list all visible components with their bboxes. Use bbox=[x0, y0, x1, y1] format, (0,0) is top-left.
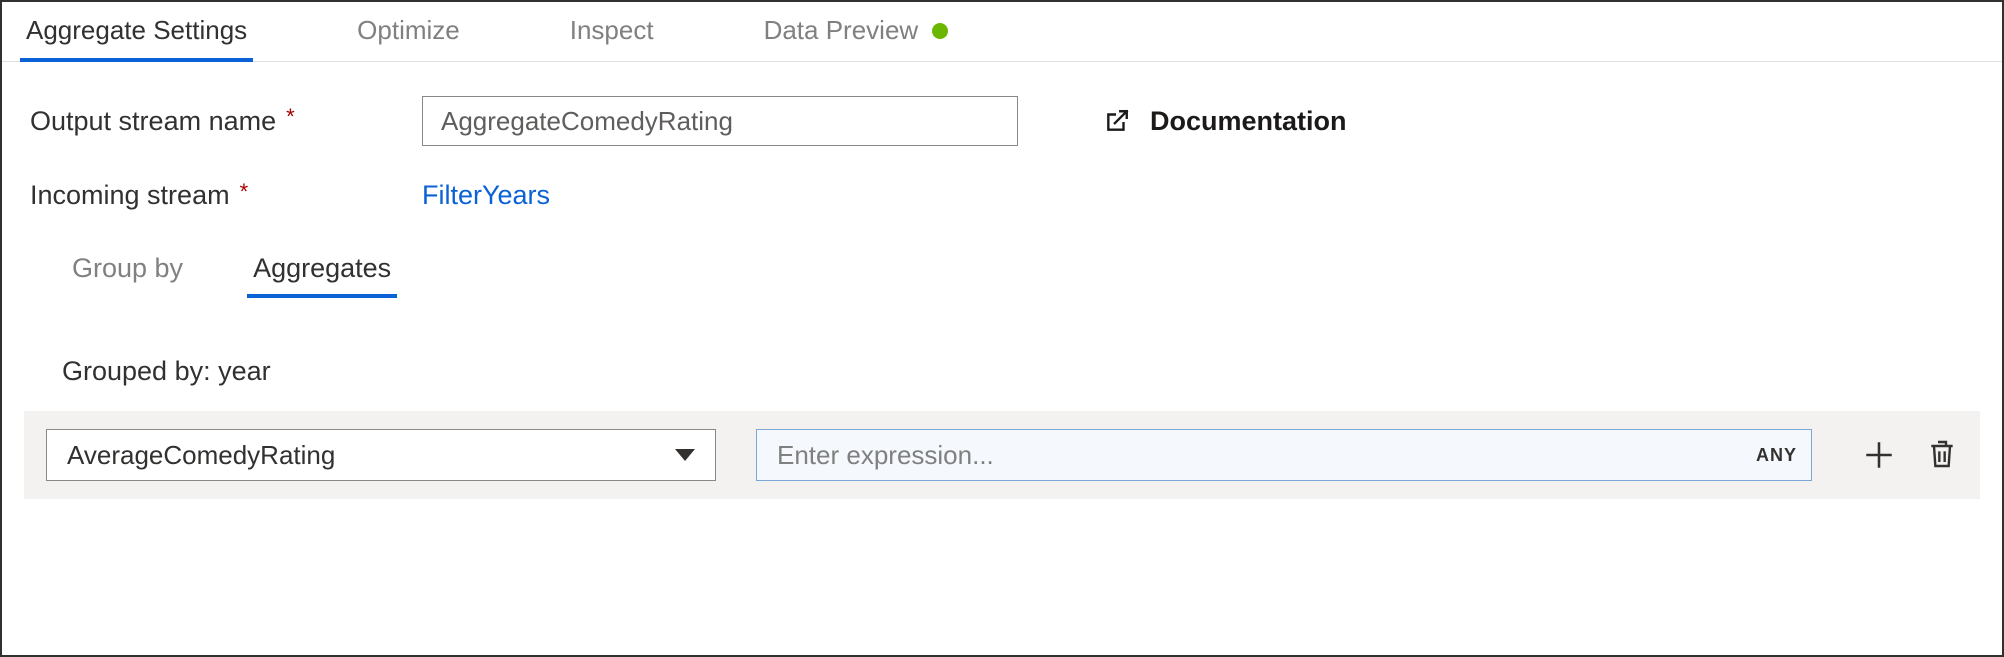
column-name-value: AverageComedyRating bbox=[67, 440, 335, 471]
documentation-link[interactable]: Documentation bbox=[1104, 106, 1347, 137]
output-stream-input[interactable] bbox=[422, 96, 1018, 146]
external-link-icon bbox=[1104, 108, 1130, 134]
form-area: Output stream name * Documentation Incom… bbox=[2, 62, 2002, 387]
tab-label: Aggregate Settings bbox=[26, 15, 247, 46]
subtab-aggregates[interactable]: Aggregates bbox=[253, 245, 391, 296]
aggregate-row: AverageComedyRating Enter expression... … bbox=[24, 411, 1980, 499]
grouped-by-text: Grouped by: year bbox=[62, 356, 1974, 387]
required-asterisk-icon: * bbox=[240, 179, 249, 205]
incoming-stream-label: Incoming stream * bbox=[30, 180, 422, 211]
subtab-label: Aggregates bbox=[253, 253, 391, 283]
column-name-select[interactable]: AverageComedyRating bbox=[46, 429, 716, 481]
delete-button[interactable] bbox=[1926, 438, 1960, 472]
row-incoming-stream: Incoming stream * FilterYears bbox=[30, 180, 1974, 211]
tab-aggregate-settings[interactable]: Aggregate Settings bbox=[26, 3, 247, 60]
top-tabbar: Aggregate Settings Optimize Inspect Data… bbox=[2, 2, 2002, 62]
row-output-stream: Output stream name * Documentation bbox=[30, 96, 1974, 146]
tab-data-preview[interactable]: Data Preview bbox=[764, 3, 949, 60]
label-text: Output stream name bbox=[30, 106, 276, 137]
expression-type-badge: ANY bbox=[1756, 445, 1797, 466]
expression-input[interactable]: Enter expression... ANY bbox=[756, 429, 1812, 481]
tab-label: Inspect bbox=[570, 15, 654, 46]
tab-inspect[interactable]: Inspect bbox=[570, 3, 654, 60]
tab-optimize[interactable]: Optimize bbox=[357, 3, 460, 60]
incoming-stream-link[interactable]: FilterYears bbox=[422, 180, 550, 211]
add-button[interactable] bbox=[1862, 438, 1896, 472]
tab-label: Optimize bbox=[357, 15, 460, 46]
documentation-label: Documentation bbox=[1150, 106, 1347, 137]
row-actions bbox=[1862, 438, 1960, 472]
subtab-label: Group by bbox=[72, 253, 183, 283]
output-stream-label: Output stream name * bbox=[30, 106, 422, 137]
required-asterisk-icon: * bbox=[286, 104, 295, 130]
subtab-group-by[interactable]: Group by bbox=[72, 245, 183, 296]
caret-down-icon bbox=[675, 449, 695, 461]
expression-placeholder: Enter expression... bbox=[777, 440, 994, 471]
label-text: Incoming stream bbox=[30, 180, 230, 211]
tab-label: Data Preview bbox=[764, 15, 919, 46]
status-ok-icon bbox=[932, 23, 948, 39]
subtabs: Group by Aggregates bbox=[72, 245, 1974, 296]
